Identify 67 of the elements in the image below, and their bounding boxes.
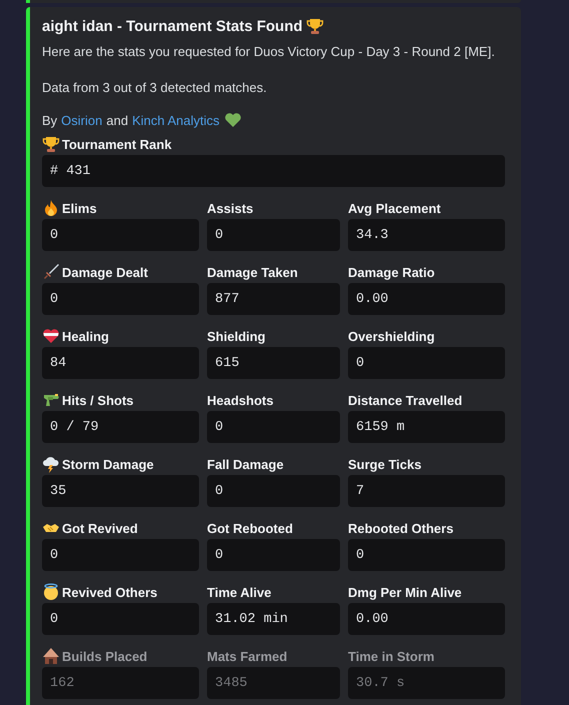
fire-icon xyxy=(42,199,60,217)
field-label: Dmg Per Min Alive xyxy=(348,584,462,600)
field-value: 84 xyxy=(42,347,199,379)
field-value: 34.3 xyxy=(348,219,505,251)
field-label: Damage Ratio xyxy=(348,264,435,280)
field-label: Assists xyxy=(207,200,254,216)
field-value: 162 xyxy=(42,667,199,699)
heart-icon xyxy=(224,111,242,129)
trophy-icon xyxy=(306,17,324,35)
trophy-icon xyxy=(42,135,60,153)
field-label: Time in Storm xyxy=(348,648,434,664)
field-value: # 431 xyxy=(42,155,505,187)
field-value: 30.7 s xyxy=(348,667,505,699)
field-label: Builds Placed xyxy=(62,648,148,664)
field-value: 615 xyxy=(207,347,340,379)
field-label: Damage Taken xyxy=(207,264,298,280)
field-label: Got Revived xyxy=(62,520,138,536)
field-value: 0 xyxy=(207,475,340,507)
field-label: Tournament Rank xyxy=(62,136,172,152)
field-value: 0 xyxy=(207,539,340,571)
field-label: Healing xyxy=(62,328,109,344)
credit-text: and xyxy=(106,112,128,128)
field-label: Surge Ticks xyxy=(348,456,422,472)
hut-icon xyxy=(42,647,60,665)
dagger-icon xyxy=(42,263,60,281)
field-value: 7 xyxy=(348,475,505,507)
bandaged-heart-icon xyxy=(42,327,60,345)
field-value: 35 xyxy=(42,475,199,507)
field-label: Mats Farmed xyxy=(207,648,288,664)
credit-link[interactable]: Kinch Analytics xyxy=(132,112,220,128)
cloud-lightning-icon xyxy=(42,455,60,473)
field-label: Fall Damage xyxy=(207,456,284,472)
field-label: Avg Placement xyxy=(348,200,441,216)
embed-description: Here are the stats you requested for Duos Victory Cup - Day 3 - Round 2 [ME]. xyxy=(42,43,496,60)
field-label: Revived Others xyxy=(62,584,158,600)
field-value: 0 xyxy=(348,347,505,379)
credit-text: By xyxy=(42,112,58,128)
smiling-face-halo-icon xyxy=(42,583,60,601)
field-label: Time Alive xyxy=(207,584,272,600)
field-label: Overshielding xyxy=(348,328,435,344)
field-value: 0 xyxy=(42,603,199,635)
embed-description: Data from 3 out of 3 detected matches. xyxy=(42,79,268,96)
field-value: 0 xyxy=(42,539,199,571)
field-value: 31.02 min xyxy=(207,603,340,635)
field-value: 0 xyxy=(348,539,505,571)
water-pistol-icon xyxy=(42,391,60,409)
field-value: 0 xyxy=(207,219,340,251)
field-label: Distance Travelled xyxy=(348,392,462,408)
field-value: 0.00 xyxy=(348,283,505,315)
field-value: 0 xyxy=(42,219,199,251)
field-value: 0 xyxy=(207,411,340,443)
field-value: 6159 m xyxy=(348,411,505,443)
field-label: Hits / Shots xyxy=(62,392,134,408)
field-label: Storm Damage xyxy=(62,456,154,472)
field-value: 0 xyxy=(42,283,199,315)
field-label: Rebooted Others xyxy=(348,520,454,536)
field-value: 0.00 xyxy=(348,603,505,635)
field-label: Damage Dealt xyxy=(62,264,148,280)
field-label: Shielding xyxy=(207,328,266,344)
embed-title: aight idan - Tournament Stats Found xyxy=(42,18,303,34)
field-label: Headshots xyxy=(207,392,274,408)
credit-link[interactable]: Osirion xyxy=(61,112,102,128)
field-label: Elims xyxy=(62,200,97,216)
field-value: 3485 xyxy=(207,667,340,699)
field-label: Got Rebooted xyxy=(207,520,293,536)
field-value: 877 xyxy=(207,283,340,315)
field-value: 0 / 79 xyxy=(42,411,199,443)
